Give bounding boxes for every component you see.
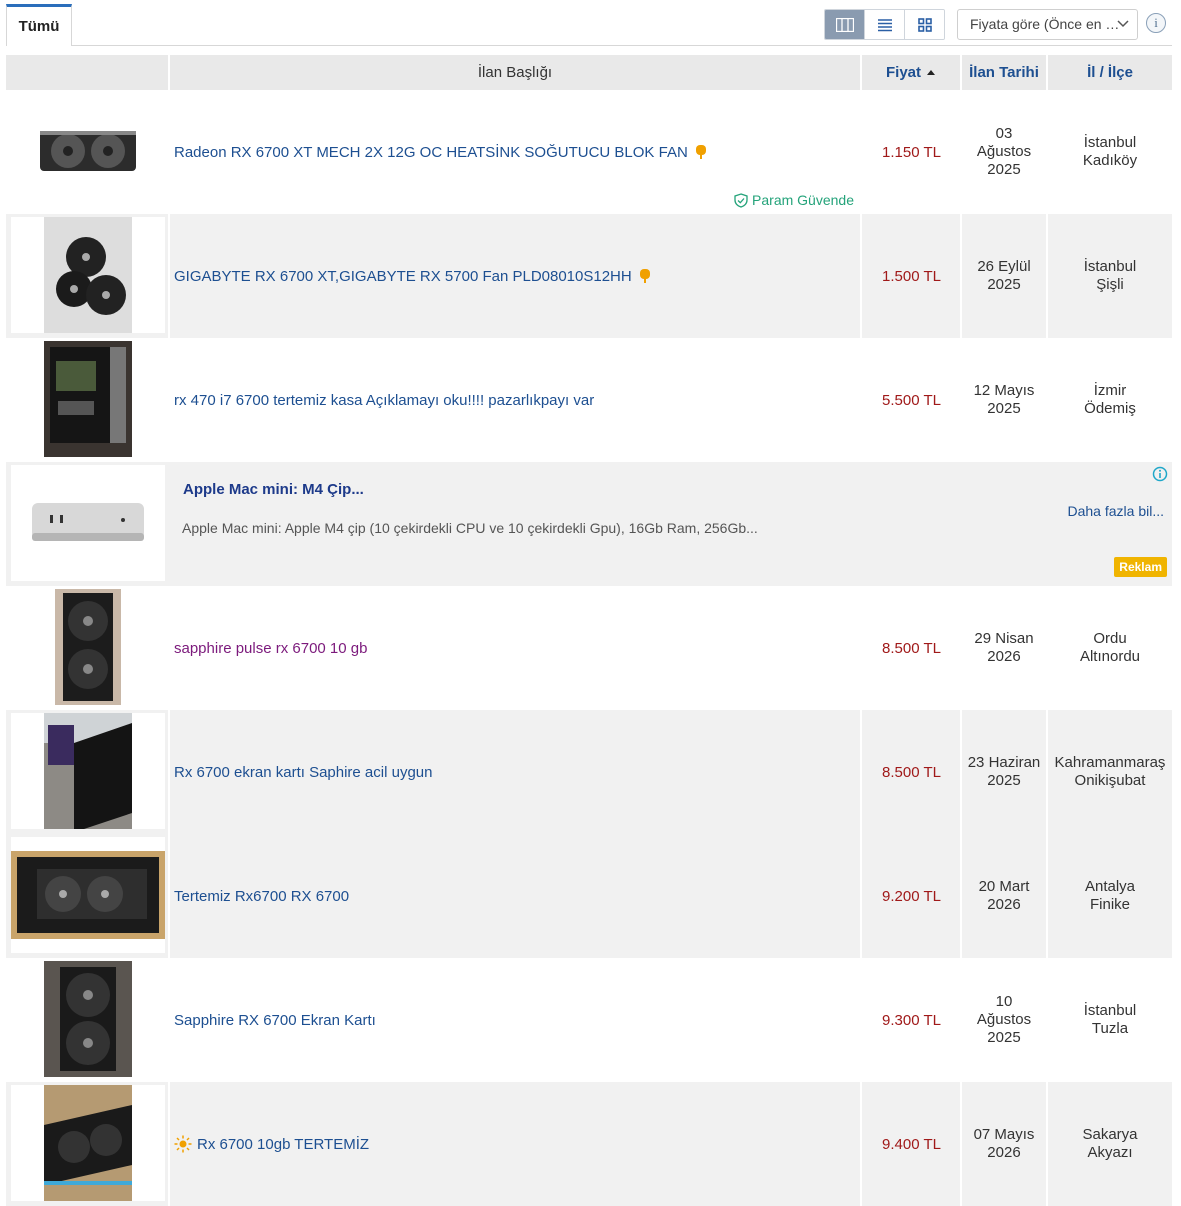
sponsored-ad[interactable]: Apple Mac mini: M4 Çip... Apple Mac mini… (6, 462, 1172, 586)
listing-image-cell (6, 90, 170, 214)
ad-more-link[interactable]: Daha fazla bil... (1068, 503, 1165, 519)
listing-location: İstanbul Tuzla (1083, 1002, 1137, 1037)
sun-icon (174, 1135, 192, 1153)
listing-location: Sakarya Akyazı (1082, 1126, 1138, 1161)
listing-image-cell (6, 958, 170, 1082)
listing-title-cell: rx 470 i7 6700 tertemiz kasa Açıklamayı … (170, 338, 862, 462)
listing-title-link[interactable]: Radeon RX 6700 XT MECH 2X 12G OC HEATSİN… (174, 144, 688, 161)
listing-title-cell: GIGABYTE RX 6700 XT,GIGABYTE RX 5700 Fan… (170, 214, 862, 338)
listing-price: 1.500 TL (862, 214, 962, 338)
tab-all[interactable]: Tümü (6, 4, 72, 46)
pin-icon (639, 269, 650, 283)
list-icon (877, 18, 892, 31)
listing-thumbnail[interactable] (11, 1085, 165, 1201)
listing-image-cell (6, 338, 170, 462)
listing-date: 03 Ağustos 2025 (962, 90, 1048, 214)
grid-view-button[interactable] (905, 10, 944, 39)
header-image (6, 55, 170, 90)
listing-image-cell (6, 214, 170, 338)
shield-check-icon (734, 192, 748, 208)
sort-select-value: Fiyata göre (Önce en … (970, 16, 1120, 32)
header-price-sort[interactable]: Fiyat (862, 55, 962, 90)
top-bar: Tümü Fiyata göre (Önce en … i (0, 0, 1181, 46)
listing-location: Kahramanmaraş Onikişubat (1054, 754, 1166, 789)
listing-date: 23 Haziran 2025 (962, 710, 1048, 834)
listing-title-cell: Tertemiz Rx6700 RX 6700 (170, 834, 862, 958)
listing-price: 1.150 TL (862, 90, 962, 214)
listing-title-cell: sapphire pulse rx 6700 10 gb (170, 586, 862, 710)
listing-location: Ordu Altınordu (1079, 630, 1141, 665)
listing-location: Antalya Finike (1084, 878, 1136, 913)
listing-image-cell (6, 710, 170, 834)
listing-date: 07 Mayıs 2026 (962, 1082, 1048, 1206)
list-view-button[interactable] (865, 10, 905, 39)
listing-price: 8.500 TL (862, 586, 962, 710)
listing-row[interactable]: Rx 6700 ekran kartı Saphire acil uygun 8… (6, 710, 1172, 834)
pin-icon (695, 145, 706, 159)
listing-title-cell: Rx 6700 ekran kartı Saphire acil uygun (170, 710, 862, 834)
listing-price: 8.500 TL (862, 710, 962, 834)
ad-title[interactable]: Apple Mac mini: M4 Çip... (183, 481, 364, 498)
listing-date: 29 Nisan 2026 (962, 586, 1048, 710)
listing-price: 9.300 TL (862, 958, 962, 1082)
listing-date: 20 Mart 2026 (962, 834, 1048, 958)
listing-date: 26 Eylül 2025 (962, 214, 1048, 338)
listing-title-cell: Rx 6700 10gb TERTEMİZ (170, 1082, 862, 1206)
listing-thumbnail[interactable] (11, 341, 165, 457)
listing-image-cell (6, 834, 170, 958)
listing-location: İstanbul Kadıköy (1082, 134, 1138, 169)
secure-payment-badge[interactable]: Param Güvende (734, 192, 854, 208)
sort-ascending-icon (927, 69, 935, 75)
listing-price: 5.500 TL (862, 338, 962, 462)
listing-title-link[interactable]: rx 470 i7 6700 tertemiz kasa Açıklamayı … (174, 392, 594, 409)
sort-select[interactable]: Fiyata göre (Önce en … (957, 9, 1138, 40)
listing-row[interactable]: Tertemiz Rx6700 RX 6700 9.200 TL 20 Mart… (6, 834, 1172, 958)
listing-row[interactable]: sapphire pulse rx 6700 10 gb 8.500 TL 29… (6, 586, 1172, 710)
view-switcher (824, 9, 945, 40)
ad-badge: Reklam (1114, 557, 1167, 577)
listing-title-link[interactable]: Tertemiz Rx6700 RX 6700 (174, 888, 349, 905)
listing-thumbnail[interactable] (11, 93, 165, 209)
listing-title-cell: Sapphire RX 6700 Ekran Kartı (170, 958, 862, 1082)
listing-thumbnail[interactable] (11, 589, 165, 705)
columns-icon (835, 17, 854, 32)
ad-info-icon[interactable] (1152, 466, 1168, 482)
listing-row[interactable]: rx 470 i7 6700 tertemiz kasa Açıklamayı … (6, 338, 1172, 462)
header-location-sort[interactable]: İl / İlçe (1048, 55, 1172, 90)
chevron-down-icon (1117, 20, 1129, 28)
listing-thumbnail[interactable] (11, 217, 165, 333)
listing-title-link[interactable]: Rx 6700 ekran kartı Saphire acil uygun (174, 764, 432, 781)
header-date-sort[interactable]: İlan Tarihi (962, 55, 1048, 90)
listing-thumbnail[interactable] (11, 961, 165, 1077)
listings-table: İlan Başlığı Fiyat İlan Tarihi İl / İlçe… (6, 55, 1172, 1206)
listing-title-link[interactable]: GIGABYTE RX 6700 XT,GIGABYTE RX 5700 Fan… (174, 268, 632, 285)
table-header: İlan Başlığı Fiyat İlan Tarihi İl / İlçe (6, 55, 1172, 90)
listing-row[interactable]: Radeon RX 6700 XT MECH 2X 12G OC HEATSİN… (6, 90, 1172, 214)
grid-icon (917, 17, 932, 32)
ad-thumbnail[interactable] (11, 465, 165, 581)
listing-title-link[interactable]: Rx 6700 10gb TERTEMİZ (197, 1136, 369, 1153)
tab-divider (72, 45, 1172, 46)
listing-date: 12 Mayıs 2025 (962, 338, 1048, 462)
listing-title-link[interactable]: Sapphire RX 6700 Ekran Kartı (174, 1012, 376, 1029)
listing-image-cell (6, 1082, 170, 1206)
info-icon[interactable]: i (1146, 13, 1166, 33)
listing-row[interactable]: GIGABYTE RX 6700 XT,GIGABYTE RX 5700 Fan… (6, 214, 1172, 338)
gallery-list-view-button[interactable] (825, 10, 865, 39)
listing-price: 9.200 TL (862, 834, 962, 958)
listing-row[interactable]: Sapphire RX 6700 Ekran Kartı 9.300 TL 10… (6, 958, 1172, 1082)
ad-description: Apple Mac mini: Apple M4 çip (10 çekirde… (182, 520, 758, 536)
listing-image-cell (6, 586, 170, 710)
listing-title-link[interactable]: sapphire pulse rx 6700 10 gb (174, 640, 367, 657)
listing-date: 10 Ağustos 2025 (962, 958, 1048, 1082)
header-title: İlan Başlığı (170, 55, 862, 90)
listing-location: İstanbul Şişli (1083, 258, 1137, 293)
listing-thumbnail[interactable] (11, 713, 165, 829)
listing-price: 9.400 TL (862, 1082, 962, 1206)
listing-thumbnail[interactable] (11, 837, 165, 953)
listing-title-cell: Radeon RX 6700 XT MECH 2X 12G OC HEATSİN… (170, 90, 862, 214)
listing-location: İzmir Ödemiş (1084, 382, 1136, 417)
listing-row[interactable]: Rx 6700 10gb TERTEMİZ 9.400 TL 07 Mayıs 2… (6, 1082, 1172, 1206)
